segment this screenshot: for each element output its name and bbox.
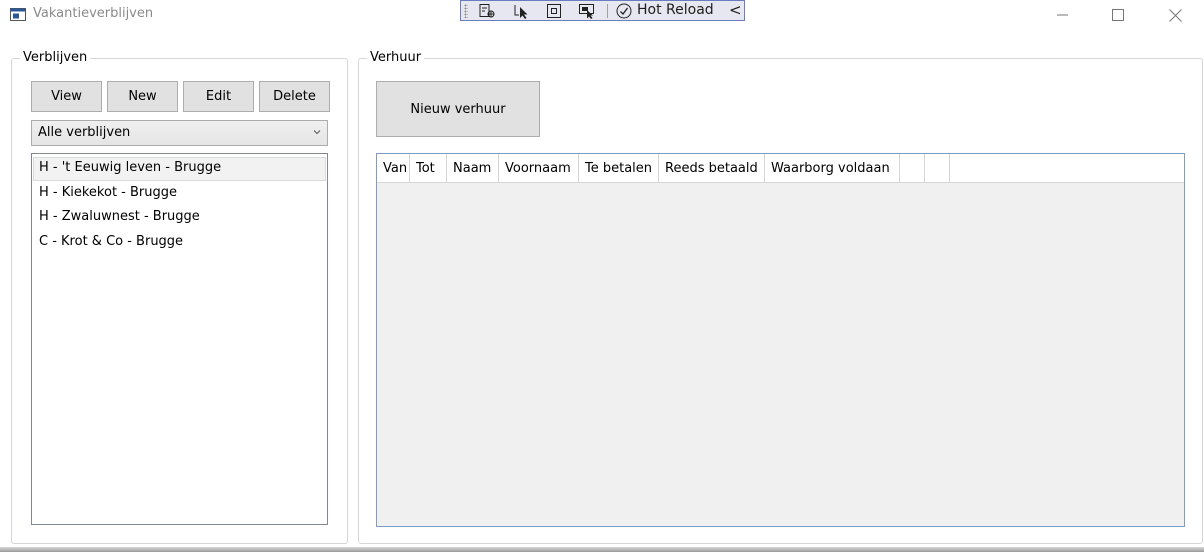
column-header-waarborg-voldaan[interactable]: Waarborg voldaan	[765, 154, 900, 182]
column-header-naam[interactable]: Naam	[447, 154, 499, 182]
view-button[interactable]: View	[31, 81, 102, 112]
column-header-reeds-betaald[interactable]: Reeds betaald	[659, 154, 765, 182]
column-header-van[interactable]: Van	[377, 154, 410, 182]
verhuur-datagrid[interactable]: Van Tot Naam Voornaam Te betalen Reeds b…	[376, 153, 1185, 527]
track-focus-icon[interactable]	[578, 3, 596, 19]
minimize-button[interactable]	[1040, 0, 1086, 30]
window-title: Vakantieverblijven	[33, 6, 154, 21]
toolbar-grip[interactable]	[464, 4, 468, 18]
filter-selected-value: Alle verblijven	[38, 125, 131, 140]
hot-reload-check-icon[interactable]	[616, 3, 632, 19]
new-button[interactable]: New	[107, 81, 178, 112]
collapse-toolbar-button[interactable]: <	[729, 1, 742, 19]
toolbar-separator	[607, 4, 608, 18]
maximize-icon	[1112, 9, 1124, 21]
delete-button[interactable]: Delete	[259, 81, 330, 112]
verblijven-listbox[interactable]: H - 't Eeuwig leven - Brugge H - Kiekeko…	[31, 153, 328, 525]
list-item[interactable]: H - 't Eeuwig leven - Brugge	[33, 157, 326, 181]
chevron-down-icon	[313, 130, 321, 135]
verblijven-group: Verblijven View New Edit Delete Alle ver…	[11, 50, 348, 544]
column-header-te-betalen[interactable]: Te betalen	[579, 154, 659, 182]
list-item[interactable]: H - Kiekekot - Brugge	[33, 182, 326, 206]
verhuur-group-title: Verhuur	[367, 50, 425, 66]
live-visual-tree-icon[interactable]	[478, 3, 496, 19]
hot-reload-label[interactable]: Hot Reload	[637, 2, 714, 18]
xaml-debug-toolbar: Hot Reload <	[460, 0, 745, 21]
column-header-empty-2[interactable]	[925, 154, 950, 182]
window-app-icon	[10, 8, 26, 21]
close-button[interactable]	[1152, 0, 1198, 30]
edit-button[interactable]: Edit	[183, 81, 254, 112]
maximize-button[interactable]	[1095, 0, 1141, 30]
select-element-icon[interactable]	[513, 3, 531, 19]
column-header-voornaam[interactable]: Voornaam	[499, 154, 579, 182]
display-layout-adorners-icon[interactable]	[545, 3, 563, 19]
list-item[interactable]: C - Krot & Co - Brugge	[33, 231, 326, 255]
list-item[interactable]: H - Zwaluwnest - Brugge	[33, 206, 326, 230]
column-header-empty-1[interactable]	[900, 154, 925, 182]
verhuur-group: Verhuur Nieuw verhuur Van Tot Naam Voorn…	[358, 50, 1203, 544]
column-header-tot[interactable]: Tot	[410, 154, 447, 182]
minimize-icon	[1057, 14, 1068, 16]
verblijven-group-title: Verblijven	[20, 50, 91, 66]
verblijven-filter-combobox[interactable]: Alle verblijven	[31, 120, 328, 146]
nieuw-verhuur-button[interactable]: Nieuw verhuur	[376, 81, 540, 137]
close-icon	[1168, 8, 1182, 22]
window-bottom-edge	[0, 547, 1204, 552]
datagrid-header: Van Tot Naam Voornaam Te betalen Reeds b…	[377, 154, 1184, 183]
